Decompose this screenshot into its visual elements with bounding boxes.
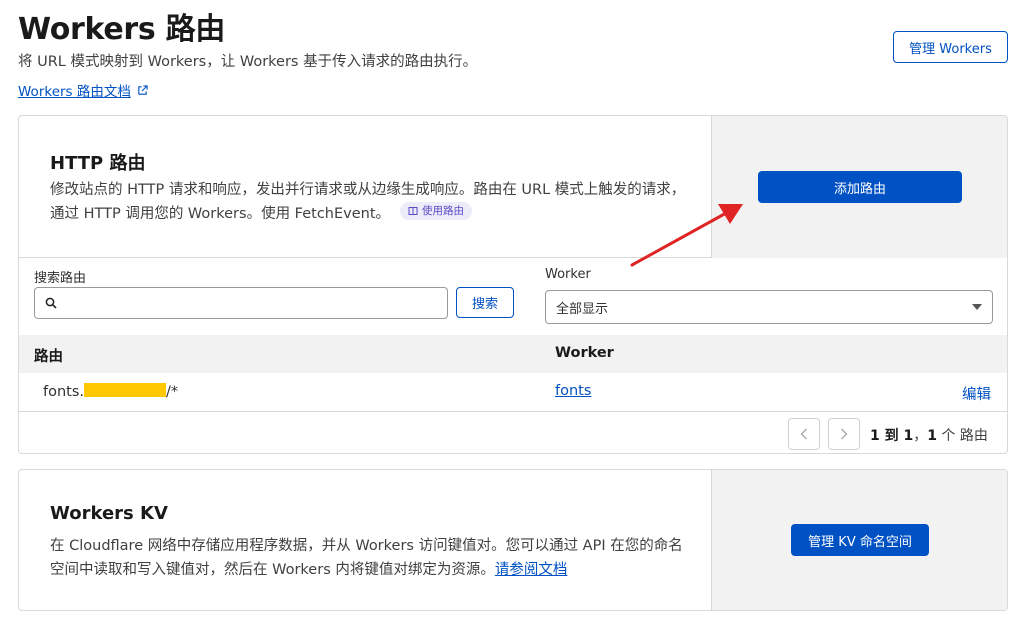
pagination-range: 1 到 1 <box>870 428 914 444</box>
http-routes-title: HTTP 路由 <box>50 153 146 174</box>
worker-filter-select[interactable]: 全部显示 <box>545 290 993 324</box>
manage-kv-namespaces-button[interactable]: 管理 KV 命名空间 <box>791 524 929 556</box>
workers-kv-description-text: 在 Cloudflare 网络中存储应用程序数据，并从 Workers 访问键值… <box>50 538 683 578</box>
route-worker-link[interactable]: fonts <box>555 383 591 399</box>
worker-filter-value: 全部显示 <box>556 301 609 317</box>
use-routes-badge[interactable]: 使用路由 <box>400 202 473 220</box>
search-routes-input[interactable] <box>65 289 447 317</box>
pagination-unit: 个 路由 <box>936 428 988 444</box>
routes-table-header: 路由 Worker <box>19 335 1007 373</box>
kv-docs-link[interactable]: 请参阅文档 <box>495 562 568 578</box>
http-routes-card: HTTP 路由 修改站点的 HTTP 请求和响应，发出并行请求或从边缘生成响应。… <box>18 115 1008 454</box>
pagination-summary: 1 到 1，1 个 路由 <box>870 425 988 445</box>
column-header-worker: Worker <box>555 345 614 361</box>
search-icon <box>45 297 57 309</box>
pagination-separator: ， <box>913 428 928 444</box>
pagination-count: 1 <box>927 428 937 444</box>
route-pattern-prefix: fonts. <box>43 384 85 400</box>
page-subtitle: 将 URL 模式映射到 Workers，让 Workers 基于传入请求的路由执… <box>18 54 478 70</box>
add-route-button[interactable]: 添加路由 <box>758 171 962 203</box>
http-routes-description-text: 修改站点的 HTTP 请求和响应，发出并行请求或从边缘生成响应。路由在 URL … <box>50 182 686 222</box>
redacted-domain <box>84 383 167 397</box>
external-link-icon <box>138 84 148 95</box>
column-header-route: 路由 <box>34 349 63 365</box>
book-icon <box>408 207 418 215</box>
edit-route-button[interactable]: 编辑 <box>962 383 991 404</box>
use-routes-badge-label: 使用路由 <box>422 205 465 217</box>
http-routes-description: 修改站点的 HTTP 请求和响应，发出并行请求或从边缘生成响应。路由在 URL … <box>50 178 690 226</box>
search-routes-label: 搜索路由 <box>34 271 87 286</box>
worker-filter-label: Worker <box>545 267 591 282</box>
workers-kv-title: Workers KV <box>50 503 168 524</box>
workers-routes-doc-link[interactable]: Workers 路由文档 <box>18 80 148 100</box>
chevron-down-icon <box>972 304 982 310</box>
page-title: Workers 路由 <box>18 12 226 47</box>
table-row: fonts. /* fonts 编辑 <box>19 373 1007 412</box>
http-routes-action-panel: 添加路由 <box>711 116 1007 258</box>
route-pattern-suffix: /* <box>166 384 179 400</box>
workers-kv-description: 在 Cloudflare 网络中存储应用程序数据，并从 Workers 访问键值… <box>50 534 690 582</box>
chevron-left-icon <box>800 428 807 440</box>
search-button[interactable]: 搜索 <box>456 287 514 318</box>
previous-page-button[interactable] <box>788 418 820 450</box>
route-pattern: fonts. /* <box>43 383 178 400</box>
search-routes-field[interactable] <box>34 287 448 319</box>
chevron-right-icon <box>841 428 848 440</box>
workers-kv-card: Workers KV 在 Cloudflare 网络中存储应用程序数据，并从 W… <box>18 469 1008 611</box>
manage-workers-button[interactable]: 管理 Workers <box>893 31 1008 63</box>
doc-link-label: Workers 路由文档 <box>18 84 131 100</box>
workers-kv-action-panel: 管理 KV 命名空间 <box>711 470 1007 610</box>
next-page-button[interactable] <box>828 418 860 450</box>
